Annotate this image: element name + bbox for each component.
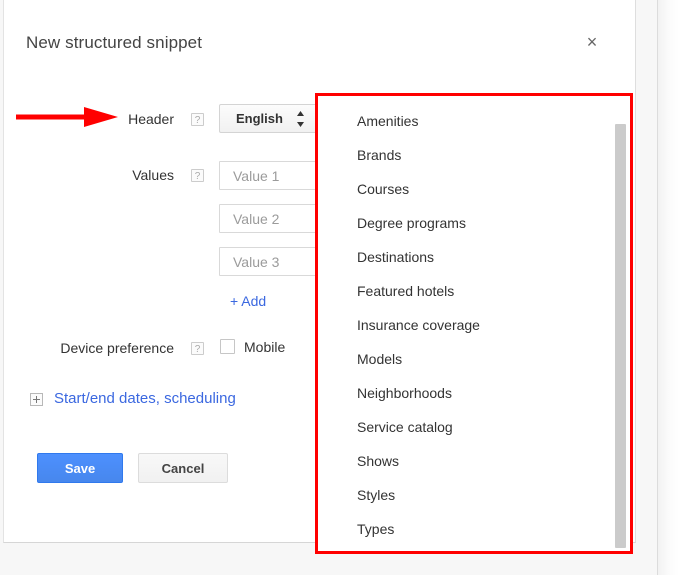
dropdown-item[interactable]: Service catalog — [357, 410, 453, 444]
language-select-value: English — [236, 111, 283, 126]
dropdown-scrollbar[interactable] — [614, 96, 629, 551]
language-select[interactable]: English — [219, 104, 317, 133]
close-icon[interactable]: × — [581, 32, 603, 54]
device-preference-label: Device preference — [14, 340, 174, 356]
dropdown-item[interactable]: Neighborhoods — [357, 376, 452, 410]
mobile-checkbox-label[interactable]: Mobile — [244, 339, 285, 355]
dropdown-item[interactable]: Shows — [357, 444, 399, 478]
dropdown-item[interactable]: Models — [357, 342, 402, 376]
dropdown-item[interactable]: Courses — [357, 172, 409, 206]
header-options-dropdown: AmenitiesBrandsCoursesDegree programsDes… — [315, 93, 633, 554]
chevron-updown-icon — [296, 110, 305, 128]
mobile-checkbox[interactable] — [220, 339, 235, 354]
dropdown-item[interactable]: Brands — [357, 138, 401, 172]
expand-plus-icon[interactable] — [30, 393, 43, 406]
header-field-label: Header — [54, 111, 174, 127]
dropdown-item[interactable]: Destinations — [357, 240, 434, 274]
dropdown-option-list: AmenitiesBrandsCoursesDegree programsDes… — [318, 96, 630, 551]
dropdown-item[interactable]: Amenities — [357, 104, 418, 138]
scheduling-link[interactable]: Start/end dates, scheduling — [54, 390, 236, 407]
header-help-icon[interactable]: ? — [191, 113, 204, 126]
dropdown-item[interactable]: Styles — [357, 478, 395, 512]
device-preference-help-icon[interactable]: ? — [191, 342, 204, 355]
dropdown-item[interactable]: Types — [357, 512, 394, 546]
add-value-link[interactable]: + Add — [230, 293, 266, 309]
values-help-icon[interactable]: ? — [191, 169, 204, 182]
page-title: New structured snippet — [26, 33, 202, 53]
dropdown-scrollbar-thumb[interactable] — [615, 124, 626, 548]
dropdown-item[interactable]: Insurance coverage — [357, 308, 480, 342]
values-field-label: Values — [54, 167, 174, 183]
save-button[interactable]: Save — [37, 453, 123, 483]
dropdown-item[interactable]: Degree programs — [357, 206, 466, 240]
cancel-button[interactable]: Cancel — [138, 453, 228, 483]
dropdown-item[interactable]: Featured hotels — [357, 274, 454, 308]
page-scrollbar[interactable] — [657, 0, 679, 575]
